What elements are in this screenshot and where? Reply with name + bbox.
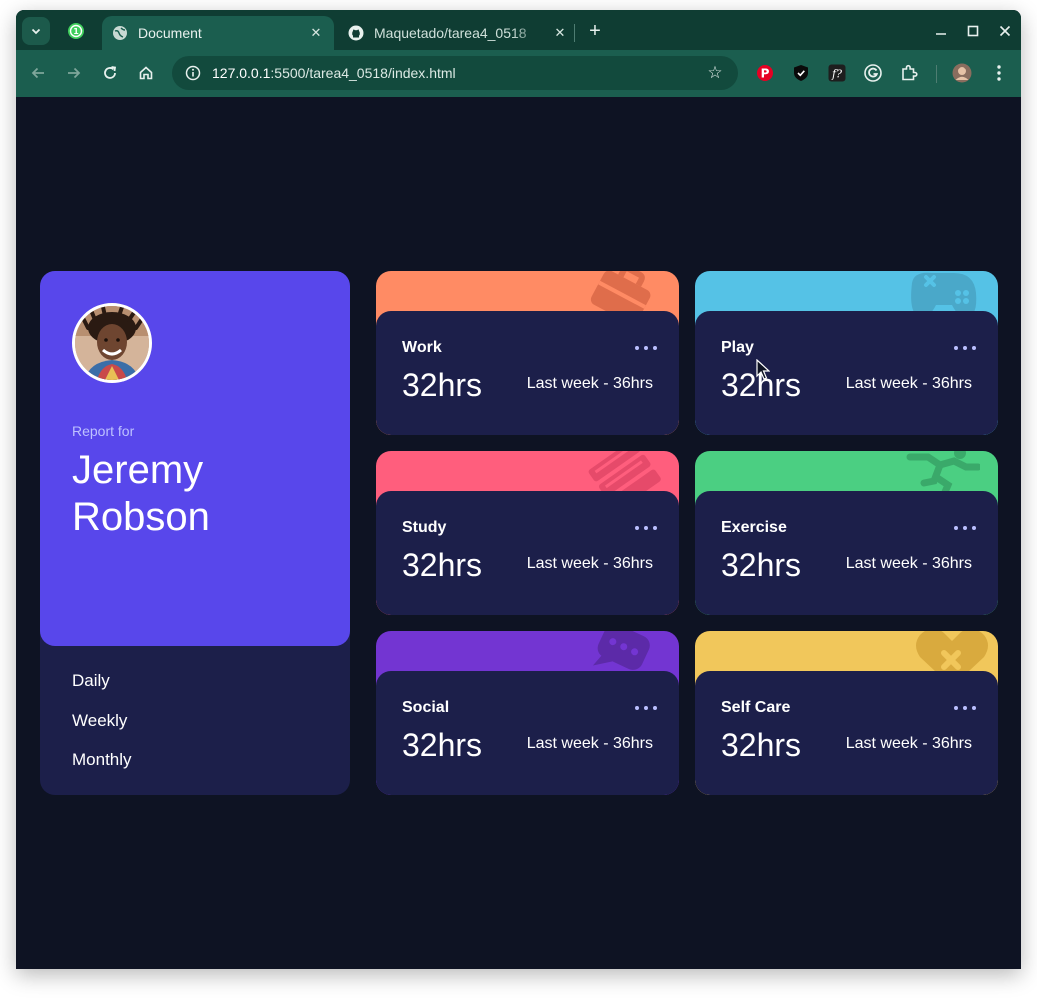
- report-for-label: Report for: [72, 423, 135, 439]
- ellipsis-menu-icon[interactable]: [954, 343, 976, 353]
- ellipsis-menu-icon[interactable]: [635, 343, 657, 353]
- activity-title: Play: [721, 339, 754, 356]
- user-photo: [75, 306, 149, 380]
- previous-hours: Last week - 36hrs: [845, 735, 972, 752]
- tab-title: Maquetado/tarea4_0518: [374, 25, 527, 41]
- profile-header: Report for Jeremy Robson: [40, 271, 350, 646]
- close-window-button[interactable]: [992, 18, 1018, 44]
- activity-title: Work: [402, 339, 442, 356]
- svg-text:f?: f?: [831, 68, 842, 81]
- arrow-right-icon: [68, 67, 81, 79]
- extensions-puzzle-icon[interactable]: [899, 63, 919, 83]
- whatsapp-icon: 1: [68, 23, 84, 39]
- browser-toolbar: 127.0.0.1:5500/tarea4_0518/index.html ☆ …: [16, 50, 1021, 97]
- tab-divider: [574, 24, 575, 42]
- user-name: Jeremy Robson: [72, 448, 210, 539]
- browser-menu-icon[interactable]: [989, 63, 1009, 83]
- previous-hours: Last week - 36hrs: [845, 375, 972, 392]
- pinned-tab-whatsapp[interactable]: 1: [62, 17, 90, 45]
- shield-extension-icon[interactable]: [791, 63, 811, 83]
- activity-title: Exercise: [721, 519, 787, 536]
- profile-avatar-icon[interactable]: [952, 63, 972, 83]
- tab-strip: 1 Document ✕ Maquetado/tarea4_0518 ✕ +: [16, 10, 1021, 50]
- tab-title: Document: [138, 25, 202, 41]
- ellipsis-menu-icon[interactable]: [954, 523, 976, 533]
- current-hours: 32hrs: [721, 547, 802, 583]
- maximize-icon: [967, 25, 979, 37]
- chevron-down-icon: [31, 28, 41, 35]
- url-path: :5500/tarea4_0518/index.html: [270, 65, 456, 81]
- site-info-icon[interactable]: [184, 64, 202, 82]
- current-hours: 32hrs: [402, 367, 483, 403]
- minimize-button[interactable]: [928, 18, 954, 44]
- current-hours: 32hrs: [402, 727, 483, 763]
- minimize-icon: [936, 33, 946, 35]
- card-body: Social 32hrs Last week - 36hrs: [376, 671, 679, 795]
- svg-text:P: P: [761, 67, 770, 81]
- activity-card-self-care[interactable]: Self Care 32hrs Last week - 36hrs: [695, 631, 998, 795]
- arrow-left-icon: [31, 67, 44, 79]
- ellipsis-menu-icon[interactable]: [635, 703, 657, 713]
- activity-card-social[interactable]: Social 32hrs Last week - 36hrs: [376, 631, 679, 795]
- previous-hours: Last week - 36hrs: [526, 735, 653, 752]
- svg-text:1: 1: [73, 27, 79, 36]
- activity-card-work[interactable]: Work 32hrs Last week - 36hrs: [376, 271, 679, 435]
- tab-search-button[interactable]: [22, 17, 50, 45]
- period-daily[interactable]: Daily: [72, 671, 110, 691]
- close-tab-icon[interactable]: ✕: [552, 25, 568, 41]
- card-body: Play 32hrs Last week - 36hrs: [695, 311, 998, 435]
- previous-hours: Last week - 36hrs: [526, 375, 653, 392]
- home-button[interactable]: [133, 60, 159, 86]
- ellipsis-menu-icon[interactable]: [954, 703, 976, 713]
- reload-icon: [104, 66, 117, 79]
- grammarly-extension-icon[interactable]: [863, 63, 883, 83]
- activity-title: Self Care: [721, 699, 791, 716]
- profile-card: Report for Jeremy Robson Daily Weekly Mo…: [40, 271, 350, 795]
- url-text: 127.0.0.1:5500/tarea4_0518/index.html: [212, 65, 456, 81]
- bookmark-star-icon[interactable]: ☆: [706, 63, 724, 82]
- activity-card-play[interactable]: Play 32hrs Last week - 36hrs: [695, 271, 998, 435]
- font-extension-icon[interactable]: f?: [827, 63, 847, 83]
- mouse-cursor-icon: [756, 359, 770, 380]
- previous-hours: Last week - 36hrs: [526, 555, 653, 572]
- maximize-button[interactable]: [960, 18, 986, 44]
- period-monthly[interactable]: Monthly: [72, 750, 132, 770]
- back-button[interactable]: [25, 60, 51, 86]
- card-body: Exercise 32hrs Last week - 36hrs: [695, 491, 998, 615]
- avatar: [72, 303, 152, 383]
- activity-card-exercise[interactable]: Exercise 32hrs Last week - 36hrs: [695, 451, 998, 615]
- page-content: Report for Jeremy Robson Daily Weekly Mo…: [16, 97, 1021, 969]
- card-body: Study 32hrs Last week - 36hrs: [376, 491, 679, 615]
- tab-github[interactable]: Maquetado/tarea4_0518 ✕: [338, 16, 578, 50]
- previous-hours: Last week - 36hrs: [845, 555, 972, 572]
- forward-button[interactable]: [61, 60, 87, 86]
- home-icon: [139, 66, 153, 80]
- ellipsis-menu-icon[interactable]: [635, 523, 657, 533]
- reload-button[interactable]: [97, 60, 123, 86]
- close-tab-icon[interactable]: ✕: [308, 25, 324, 41]
- period-weekly[interactable]: Weekly: [72, 711, 127, 731]
- current-hours: 32hrs: [721, 727, 802, 763]
- browser-window: 1 Document ✕ Maquetado/tarea4_0518 ✕ + 1…: [16, 10, 1021, 969]
- url-host: 127.0.0.1: [212, 65, 271, 81]
- current-hours: 32hrs: [402, 547, 483, 583]
- pinterest-extension-icon[interactable]: P: [755, 63, 775, 83]
- activity-title: Social: [402, 699, 450, 716]
- activity-title: Study: [402, 519, 447, 536]
- globe-icon: [112, 25, 128, 41]
- toolbar-divider: [936, 65, 937, 83]
- address-bar[interactable]: 127.0.0.1:5500/tarea4_0518/index.html ☆: [172, 56, 738, 90]
- card-body: Self Care 32hrs Last week - 36hrs: [695, 671, 998, 795]
- new-tab-button[interactable]: +: [582, 18, 608, 44]
- activity-card-study[interactable]: Study 32hrs Last week - 36hrs: [376, 451, 679, 615]
- card-body: Work 32hrs Last week - 36hrs: [376, 311, 679, 435]
- close-icon: [999, 25, 1011, 37]
- github-icon: [348, 25, 364, 41]
- tab-document[interactable]: Document ✕: [102, 16, 334, 50]
